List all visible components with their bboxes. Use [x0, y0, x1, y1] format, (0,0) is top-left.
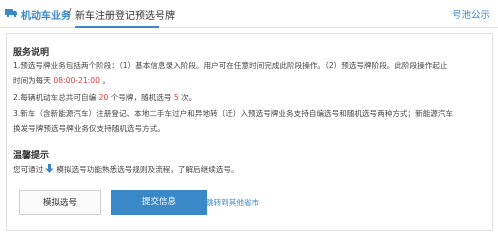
active-tab-underline	[75, 26, 159, 28]
brand-title[interactable]: 机动车业务	[21, 7, 71, 22]
mock-select-button[interactable]: 模拟选号	[19, 190, 101, 215]
service-line-1: 1.预选号牌业务包括两个阶段：（1）基本信息录入阶段。用户可在任意时间完成此阶段…	[13, 61, 448, 70]
service-line-5: 换发号牌预选号牌业务仅支持随机选号方式。	[13, 124, 165, 133]
service-line-3-b: 个号牌，随机选号	[110, 93, 172, 102]
service-line-3-a: 2.每辆机动车总共可自编	[13, 93, 97, 102]
tips-line: 您可通过 模拟选号功能熟悉选号规则及流程，了解后继续选号。	[13, 164, 239, 175]
tips-title: 温馨提示	[13, 151, 50, 161]
other-city-link[interactable]: 跳转到其他省市	[206, 197, 259, 208]
breadcrumb-separator: /	[68, 7, 72, 18]
service-line-2: 时间为每天 08:00-21:00 。	[13, 76, 110, 86]
submit-button[interactable]: 提交信息	[111, 190, 207, 215]
service-line-2-prefix: 时间为每天	[13, 76, 51, 85]
service-info-title: 服务说明	[13, 48, 50, 58]
top-header: 机动车业务 / 新车注册登记预选号牌 号池公示	[0, 0, 498, 28]
tips-text-a: 您可通过	[13, 165, 44, 174]
car-icon	[5, 9, 17, 17]
service-line-4: 3.新车（含新能源汽车）注册登记、本地二手车过户和异地转（迁）入预选号牌业务支持…	[13, 109, 454, 118]
random-select-times: 5	[173, 93, 179, 102]
service-line-3: 2.每辆机动车总共可自编 20 个号牌，随机选号 5 次。	[13, 93, 196, 103]
service-time-range: 08:00-21:00	[53, 76, 100, 85]
tips-text-b: 模拟选号功能熟悉选号规则及流程，了解后继续选号。	[56, 165, 239, 174]
service-line-3-c: 次。	[181, 93, 197, 102]
service-line-2-suffix: 。	[102, 76, 110, 85]
page-title: 新车注册登记预选号牌	[75, 11, 175, 22]
self-select-count: 20	[98, 93, 109, 102]
pool-notice-link[interactable]: 号池公示	[452, 7, 490, 21]
down-arrow-icon	[45, 164, 54, 173]
